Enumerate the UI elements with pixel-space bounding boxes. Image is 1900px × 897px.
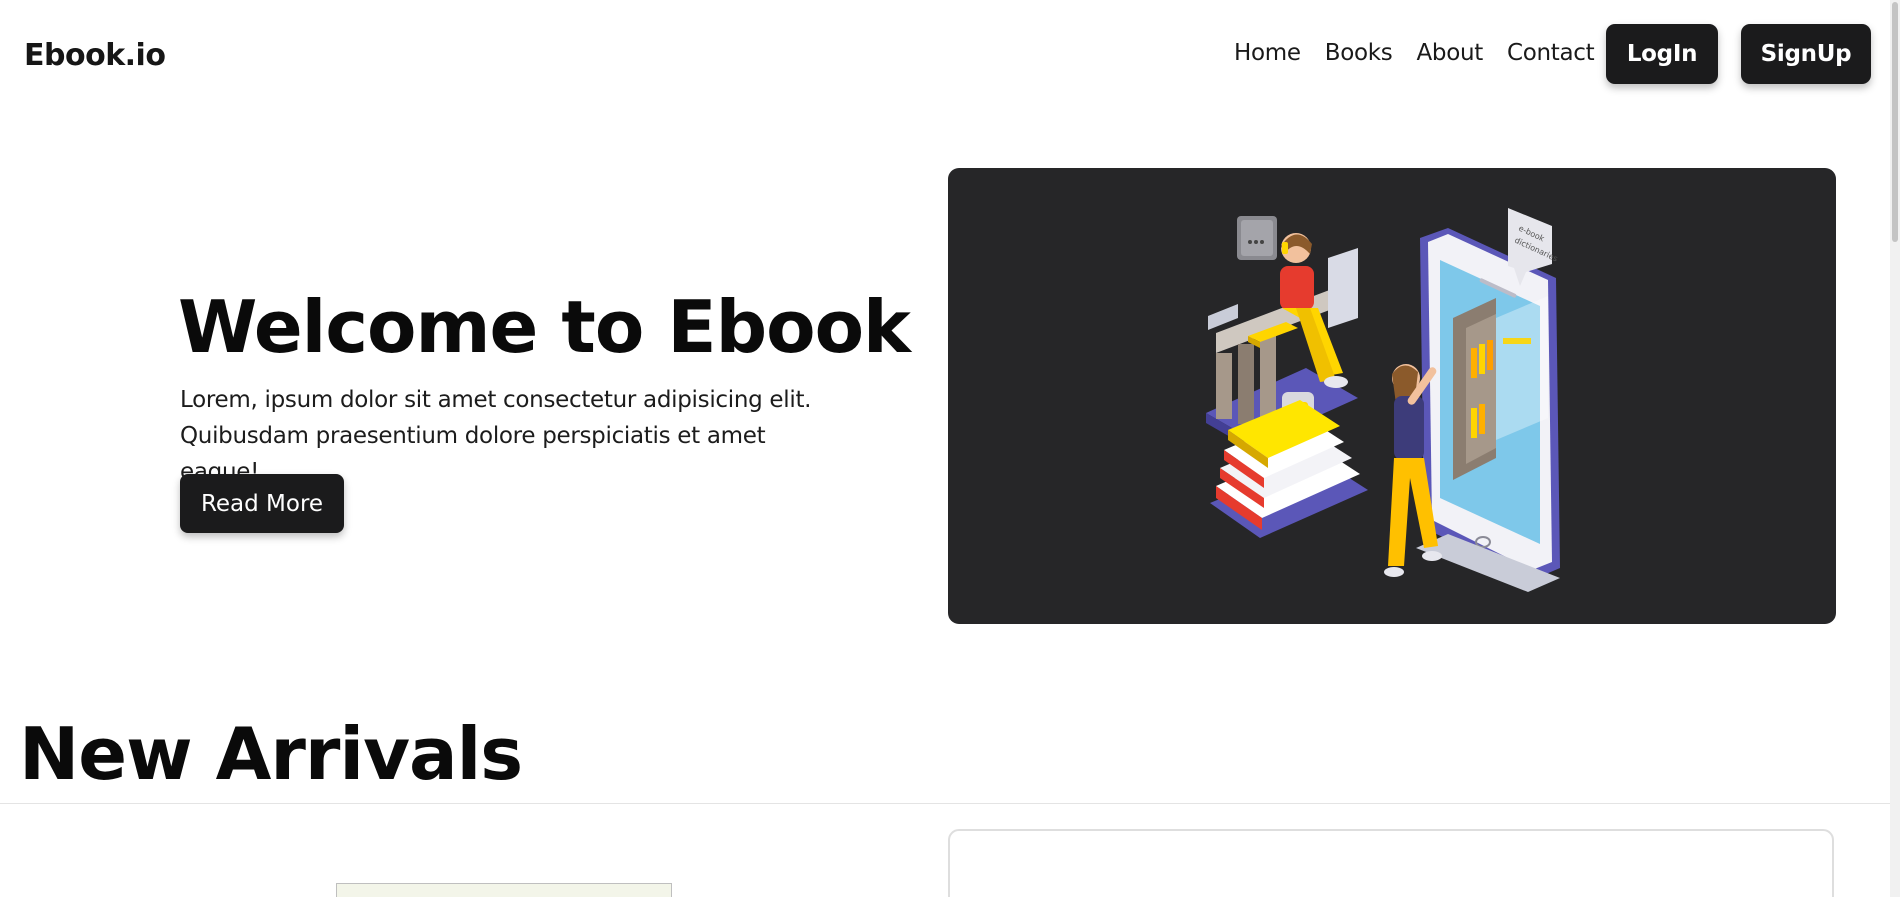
nav-contact[interactable]: Contact <box>1507 40 1595 66</box>
brand-logo[interactable]: Ebook.io <box>24 38 166 73</box>
book-card[interactable] <box>948 829 1834 897</box>
section-divider <box>0 803 1890 804</box>
signup-button[interactable]: SignUp <box>1741 24 1871 84</box>
hero-illustration: e-book dictionaries <box>948 168 1836 624</box>
new-arrivals-title: New Arrivals <box>19 712 523 796</box>
scrollbar[interactable] <box>1890 0 1900 897</box>
book-thumbnail[interactable] <box>336 883 672 897</box>
reading-people-illustration: e-book dictionaries <box>1206 208 1560 592</box>
hero-title: Welcome to Ebook <box>178 285 911 369</box>
main-nav: Home Books About Contact <box>1234 40 1595 66</box>
site-header: Ebook.io Home Books About Contact LogIn … <box>0 0 1890 112</box>
scrollbar-thumb[interactable] <box>1892 2 1898 242</box>
nav-home[interactable]: Home <box>1234 40 1301 66</box>
login-button[interactable]: LogIn <box>1606 24 1718 84</box>
read-more-button[interactable]: Read More <box>180 474 344 533</box>
nav-about[interactable]: About <box>1416 40 1483 66</box>
nav-books[interactable]: Books <box>1325 40 1393 66</box>
